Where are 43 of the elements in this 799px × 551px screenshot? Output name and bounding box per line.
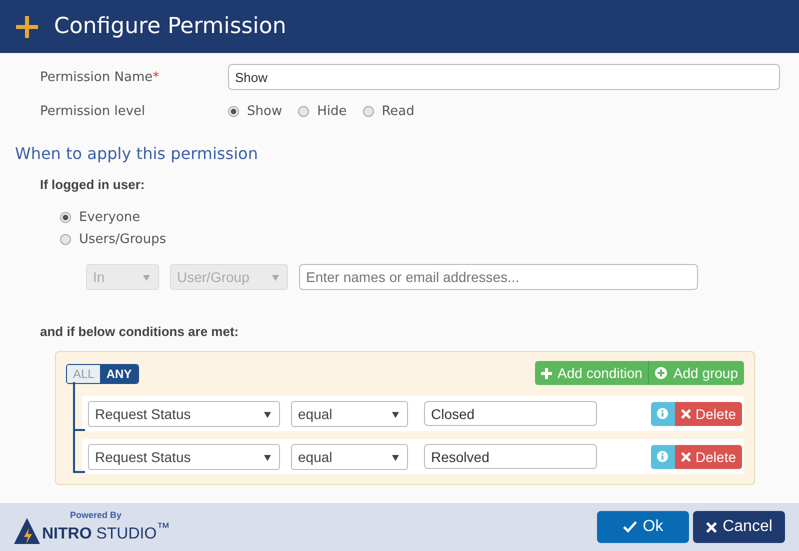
permission-name-input[interactable]: Show: [228, 64, 780, 90]
value-input[interactable]: Resolved: [424, 444, 597, 469]
delete-button[interactable]: Delete: [674, 402, 742, 426]
close-icon: [680, 452, 691, 462]
ok-button[interactable]: Ok: [597, 511, 689, 543]
operator-select[interactable]: equal: [291, 444, 408, 470]
field-label: Permission Name*: [40, 70, 160, 84]
powered-by-text: Powered By: [70, 510, 123, 520]
dropdown-caret-icon: [392, 454, 399, 460]
subheading: If logged in user:: [39, 177, 146, 192]
subheading: and if below conditions are met:: [39, 324, 240, 339]
info-button[interactable]: [650, 444, 675, 468]
logic-toggle[interactable]: ANY: [100, 365, 138, 383]
permission-level-radio[interactable]: Read: [362, 104, 414, 118]
logo-icon: [14, 518, 40, 544]
close-icon: [680, 408, 691, 418]
field-select[interactable]: Request Status: [88, 444, 280, 470]
dropdown-caret-icon: [264, 454, 271, 460]
value-input[interactable]: Closed: [424, 401, 597, 426]
dialog-title: Configure Permission: [54, 14, 286, 39]
plus-icon: [540, 368, 552, 378]
checkmark-icon: [622, 521, 637, 533]
operator-select[interactable]: equal: [291, 400, 408, 426]
section-heading: When to apply this permission: [14, 144, 259, 163]
info-icon: [657, 451, 668, 462]
plus-icon: [16, 16, 38, 38]
field-label: Permission level: [40, 104, 146, 118]
user-scope-radio[interactable]: Everyone: [60, 210, 140, 225]
permission-level-radio[interactable]: Hide: [298, 104, 347, 118]
dropdown-caret-icon: [392, 412, 399, 418]
dropdown-caret-icon: [143, 275, 150, 281]
close-icon: [706, 522, 717, 532]
permission-level-radio[interactable]: Show: [228, 104, 282, 118]
delete-button[interactable]: Delete: [674, 444, 742, 468]
plus-circle-icon: [655, 367, 668, 379]
dropdown-caret-icon: [264, 412, 271, 418]
field-select[interactable]: Request Status: [88, 400, 280, 426]
info-button[interactable]: [650, 402, 675, 426]
user-scope-radio[interactable]: Users/Groups: [60, 232, 166, 247]
brand-name: NITRO STUDIO$^{™}$: [42, 520, 170, 544]
cancel-button[interactable]: Cancel: [693, 511, 785, 543]
dropdown-caret-icon: [272, 275, 279, 281]
info-icon: [657, 408, 668, 419]
